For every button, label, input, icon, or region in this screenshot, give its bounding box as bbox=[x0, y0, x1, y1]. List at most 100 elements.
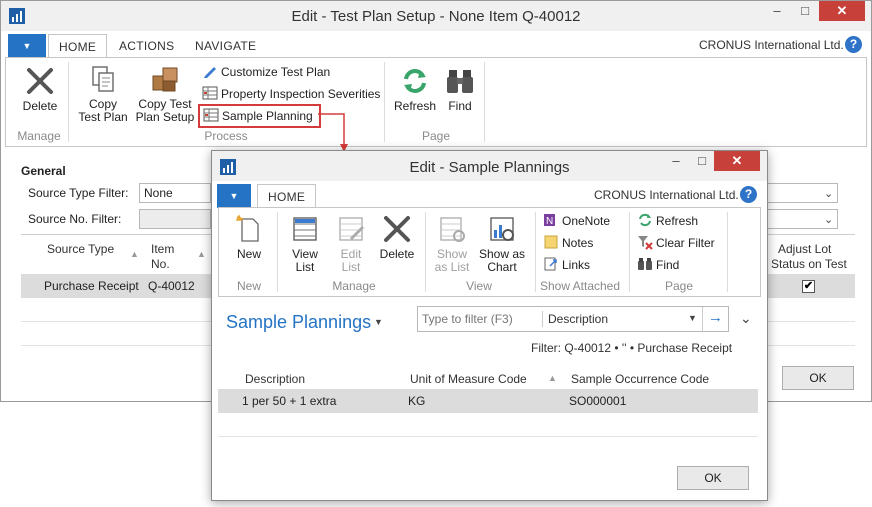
svg-text:N: N bbox=[546, 216, 553, 227]
delete-label: Delete bbox=[22, 99, 58, 113]
onenote-button[interactable]: N OneNote bbox=[543, 212, 610, 230]
ribbon-separator bbox=[384, 62, 385, 142]
copy-boxes-icon bbox=[152, 67, 178, 92]
close-button[interactable]: ✕ bbox=[819, 1, 865, 21]
cell-sample-occurrence: SO000001 bbox=[569, 394, 627, 408]
filter-field-select[interactable]: Description bbox=[548, 312, 608, 326]
refresh-label: Refresh bbox=[393, 99, 437, 113]
dialog-find-button[interactable]: Find bbox=[637, 256, 679, 274]
column-header-unit-of-measure[interactable]: Unit of Measure Code bbox=[410, 372, 527, 386]
chevron-down-icon[interactable]: ▼ bbox=[688, 313, 697, 323]
source-type-filter-label: Source Type Filter: bbox=[28, 186, 129, 200]
company-name: CRONUS International Ltd. bbox=[699, 38, 844, 52]
ribbon-separator bbox=[484, 62, 485, 142]
filter-search-input[interactable] bbox=[420, 309, 538, 329]
cell-item-no: Q-40012 bbox=[148, 279, 195, 293]
dialog-help-icon[interactable]: ? bbox=[740, 186, 757, 203]
notes-button[interactable]: Notes bbox=[543, 234, 593, 252]
dialog-company-name: CRONUS International Ltd. bbox=[594, 188, 739, 202]
maximize-button[interactable]: □ bbox=[791, 1, 819, 21]
view-list-button[interactable]: View List bbox=[285, 214, 325, 274]
dialog-refresh-button[interactable]: Refresh bbox=[637, 212, 698, 230]
dialog-page-title: Sample Plannings bbox=[226, 312, 372, 332]
help-icon[interactable]: ? bbox=[845, 36, 862, 53]
tab-actions[interactable]: ACTIONS bbox=[109, 34, 184, 58]
dialog-refresh-label: Refresh bbox=[656, 214, 699, 228]
delete-button[interactable]: Delete bbox=[16, 66, 64, 113]
show-as-chart-label-line1: Show as bbox=[478, 247, 526, 261]
column-header-item-no-line1[interactable]: Item bbox=[151, 242, 174, 256]
new-button[interactable]: New bbox=[229, 214, 269, 261]
refresh-icon bbox=[404, 69, 426, 93]
collapse-chevron-icon[interactable]: ⌄ bbox=[740, 310, 752, 327]
delete-icon bbox=[384, 216, 410, 242]
group-process-label: Process bbox=[204, 129, 248, 143]
column-header-source-type[interactable]: Source Type bbox=[47, 242, 114, 256]
copy-test-plan-label-line1: Copy bbox=[88, 97, 117, 111]
source-no-filter-label: Source No. Filter: bbox=[28, 212, 122, 226]
table-row-divider bbox=[218, 436, 758, 437]
source-no-filter-field[interactable] bbox=[139, 209, 211, 229]
copy-test-plan-setup-button[interactable]: Copy Test Plan Setup bbox=[134, 64, 196, 124]
page-title-menu-icon[interactable]: ▼ bbox=[374, 317, 383, 327]
general-section-title: General bbox=[21, 164, 66, 178]
view-list-label-line2: List bbox=[295, 260, 315, 274]
dialog-ok-button[interactable]: OK bbox=[677, 466, 749, 490]
clear-filter-label: Clear Filter bbox=[656, 236, 715, 250]
dialog-application-menu-button[interactable]: ▼ bbox=[217, 184, 251, 208]
dialog-delete-button[interactable]: Delete bbox=[375, 214, 419, 261]
minimize-button[interactable]: – bbox=[763, 1, 791, 21]
column-header-item-no-line2[interactable]: No. bbox=[151, 257, 170, 271]
main-titlebar: Edit - Test Plan Setup - None Item Q-400… bbox=[1, 1, 871, 31]
view-list-label-line1: View bbox=[292, 247, 318, 261]
show-as-chart-label-line2: Chart bbox=[487, 260, 517, 274]
edit-list-button[interactable]: Edit List bbox=[331, 214, 371, 274]
dialog-maximize-button[interactable]: □ bbox=[688, 151, 716, 171]
column-header-adjust-lot-line2[interactable]: Status on Test bbox=[771, 257, 847, 271]
find-label: Find bbox=[448, 99, 472, 113]
new-document-icon bbox=[235, 214, 259, 242]
customize-test-plan-button[interactable]: Customize Test Plan bbox=[202, 63, 330, 81]
links-button[interactable]: Links bbox=[543, 256, 590, 274]
sort-arrow-icon: ▲ bbox=[197, 249, 206, 259]
copy-test-plan-button[interactable]: Copy Test Plan bbox=[76, 64, 130, 124]
show-as-chart-button[interactable]: Show as Chart bbox=[477, 214, 527, 274]
adjust-lot-checkbox[interactable]: ✔ bbox=[802, 280, 815, 293]
source-type-filter-field[interactable]: None bbox=[139, 183, 211, 203]
ribbon-separator bbox=[68, 62, 69, 142]
copy-test-plan-label-line2: Test Plan bbox=[78, 110, 128, 124]
column-header-sample-occurrence[interactable]: Sample Occurrence Code bbox=[571, 372, 709, 386]
dialog-minimize-button[interactable]: – bbox=[662, 151, 690, 171]
binoculars-icon bbox=[638, 258, 652, 270]
tab-home[interactable]: HOME bbox=[48, 34, 108, 58]
show-list-icon bbox=[440, 217, 465, 242]
group-new-label: New bbox=[236, 279, 261, 293]
main-window-title: Edit - Test Plan Setup - None Item Q-400… bbox=[291, 8, 581, 25]
find-button[interactable]: Find bbox=[440, 66, 480, 113]
main-ok-button[interactable]: OK bbox=[782, 366, 854, 390]
sort-arrow-icon: ▲ bbox=[130, 249, 139, 259]
column-header-adjust-lot-line1[interactable]: Adjust Lot bbox=[778, 242, 831, 256]
clear-filter-button[interactable]: Clear Filter bbox=[637, 234, 715, 252]
column-header-description[interactable]: Description bbox=[245, 372, 305, 386]
apply-filter-arrow-icon[interactable]: → bbox=[708, 309, 723, 326]
refresh-icon bbox=[639, 213, 651, 227]
dialog-tab-home[interactable]: HOME bbox=[257, 184, 317, 208]
chevron-down-icon[interactable]: ⌄ bbox=[824, 213, 833, 226]
notes-label: Notes bbox=[562, 236, 594, 250]
copy-setup-label-line1: Copy Test bbox=[138, 97, 192, 111]
dialog-find-label: Find bbox=[656, 258, 680, 272]
refresh-button[interactable]: Refresh bbox=[392, 66, 438, 113]
group-page-label: Page bbox=[421, 129, 451, 143]
show-as-list-button[interactable]: Show as List bbox=[431, 214, 473, 274]
dialog-close-button[interactable]: ✕ bbox=[714, 151, 760, 171]
ribbon-separator bbox=[277, 212, 278, 292]
cell-unit-of-measure: KG bbox=[408, 394, 426, 408]
copy-document-icon bbox=[92, 66, 114, 92]
application-menu-button[interactable]: ▼ bbox=[8, 34, 46, 58]
dialog-delete-label: Delete bbox=[379, 247, 415, 261]
filter-box: Description ▼ → bbox=[417, 306, 729, 332]
filter-summary-text: Filter: Q-40012 • '' • Purchase Receipt bbox=[531, 341, 733, 355]
chevron-down-icon[interactable]: ⌄ bbox=[824, 187, 833, 200]
tab-navigate[interactable]: NAVIGATE bbox=[185, 34, 266, 58]
